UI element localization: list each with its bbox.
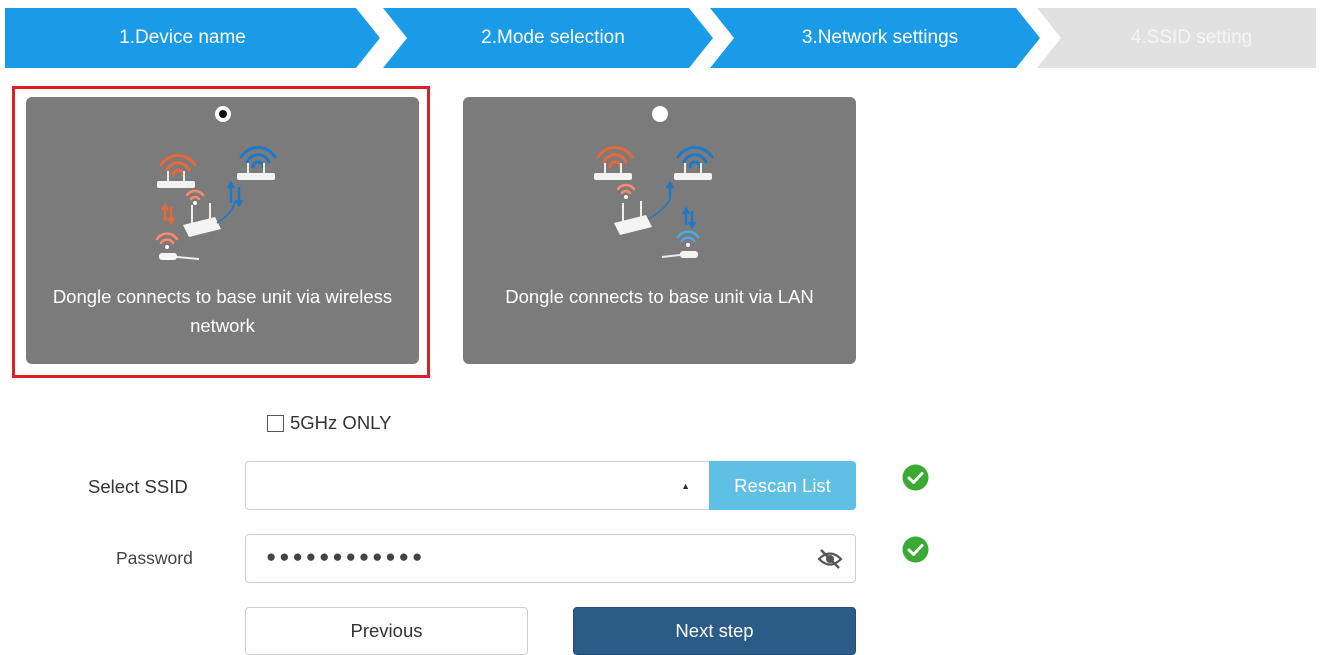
caret-up-icon: ▲: [681, 481, 690, 491]
mode-card-wireless[interactable]: Dongle connects to base unit via wireles…: [26, 97, 419, 364]
check-circle-icon: [902, 464, 929, 491]
mode-radio-lan[interactable]: [651, 106, 668, 122]
step-label: 1.Device name: [119, 27, 246, 48]
eye-slash-icon[interactable]: [817, 547, 843, 571]
select-ssid-label: Select SSID: [88, 476, 188, 497]
step-label: 3.Network settings: [801, 27, 959, 48]
previous-button[interactable]: Previous: [245, 607, 528, 655]
step-label: 2.Mode selection: [481, 27, 625, 48]
five-ghz-only-checkbox[interactable]: [267, 414, 284, 432]
mode-card-lan[interactable]: Dongle connects to base unit via LAN: [463, 97, 856, 364]
step-network-settings[interactable]: 3.Network settings: [710, 8, 1040, 68]
password-label: Password: [116, 548, 193, 568]
step-device-name[interactable]: 1.Device name: [5, 8, 380, 68]
rescan-list-button[interactable]: Rescan List: [709, 461, 856, 510]
password-value: ●●●●●●●●●●●●: [266, 547, 426, 566]
step-mode-selection[interactable]: 2.Mode selection: [383, 8, 713, 68]
password-field[interactable]: ●●●●●●●●●●●●: [245, 534, 856, 583]
mode-label-lan: Dongle connects to base unit via LAN: [505, 286, 814, 307]
five-ghz-only-option[interactable]: 5GHz ONLY: [267, 412, 391, 434]
lan-network-illustration-icon: [593, 146, 713, 258]
step-label: 4.SSID setting: [1130, 27, 1253, 48]
ssid-select[interactable]: ▲: [245, 461, 710, 510]
mode-label-wireless: Dongle connects to base unit via wireles…: [52, 286, 393, 336]
next-step-button[interactable]: Next step: [573, 607, 856, 655]
wireless-network-illustration-icon: [155, 146, 276, 260]
step-ssid-setting: 4.SSID setting: [1037, 8, 1316, 68]
mode-radio-wireless[interactable]: [214, 106, 231, 122]
wizard-stepper: 1.Device name 2.Mode selection 3.Network…: [5, 8, 1316, 68]
five-ghz-only-label: 5GHz ONLY: [290, 412, 392, 433]
check-circle-icon: [902, 536, 929, 563]
